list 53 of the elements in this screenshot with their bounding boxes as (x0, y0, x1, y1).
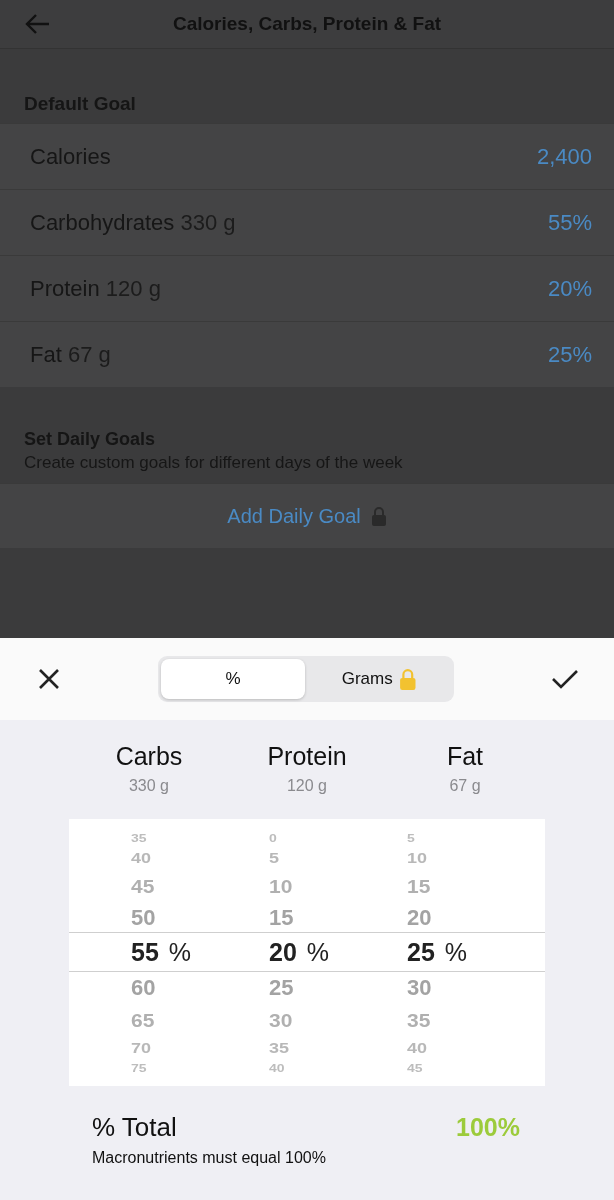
goal-value: 55% (547, 209, 592, 236)
picker-value[interactable]: 5 (407, 831, 415, 844)
picker-value[interactable]: 15 (269, 901, 294, 934)
goal-value: 20% (547, 275, 592, 302)
picker-value[interactable]: 10 (407, 847, 428, 868)
close-icon (38, 668, 60, 690)
picker-value[interactable]: 30 (269, 1005, 293, 1034)
goal-value: 2,400 (536, 143, 592, 170)
picker-value[interactable]: 50 (131, 901, 156, 934)
back-arrow-icon (24, 13, 50, 35)
picker-value[interactable]: 30 (407, 971, 432, 1004)
picker-value[interactable]: 5 (269, 847, 279, 868)
confirm-button[interactable] (552, 669, 578, 689)
picker-value[interactable]: 45 (131, 871, 155, 900)
macro-label: Fat (446, 742, 484, 771)
goal-value: 25% (547, 341, 592, 368)
macro-grams: 120 g (286, 777, 327, 795)
picker-unit: % (306, 938, 330, 967)
picker-selected-value[interactable]: 20 (269, 938, 297, 967)
picker-value[interactable]: 15 (407, 871, 431, 900)
picker-value[interactable]: 40 (131, 847, 152, 868)
picker-value[interactable]: 60 (131, 971, 156, 1004)
picker-value[interactable]: 45 (407, 1061, 423, 1074)
segment-tab[interactable]: % (161, 659, 305, 699)
picker-value[interactable]: 35 (407, 1005, 431, 1034)
total-note: Macronutrients must equal 100% (92, 1149, 327, 1167)
macro-grams: 67 g (449, 777, 481, 795)
checkmark-icon (552, 669, 578, 689)
picker-selected-value[interactable]: 25 (407, 938, 435, 967)
picker-value[interactable]: 75 (131, 1061, 147, 1074)
picker-value[interactable]: 35 (131, 831, 147, 844)
picker-value[interactable]: 40 (269, 1061, 285, 1074)
picker-unit: % (444, 938, 468, 967)
picker-value[interactable]: 0 (269, 831, 277, 844)
macro-grams: 330 g (128, 777, 169, 795)
total-value: 100% (456, 1113, 520, 1142)
picker-value[interactable]: 65 (131, 1005, 155, 1034)
picker-value[interactable]: 20 (407, 901, 432, 934)
segment-tab[interactable]: Grams (307, 659, 451, 699)
lock-icon (398, 668, 417, 690)
macro-label: Carbs (115, 742, 183, 771)
picker-value[interactable]: 35 (269, 1037, 290, 1058)
picker-value[interactable]: 70 (131, 1037, 152, 1058)
lock-icon (370, 506, 387, 526)
add-daily-goal-button[interactable]: Add Daily Goal (0, 483, 614, 548)
picker-value[interactable]: 40 (407, 1037, 428, 1058)
picker-selected-value[interactable]: 55 (131, 938, 159, 967)
total-label: % Total (92, 1112, 177, 1143)
macro-label: Protein (267, 742, 347, 771)
close-button[interactable] (38, 668, 60, 690)
picker-value[interactable]: 10 (269, 871, 293, 900)
picker-value[interactable]: 25 (269, 971, 294, 1004)
picker-unit: % (168, 938, 192, 967)
